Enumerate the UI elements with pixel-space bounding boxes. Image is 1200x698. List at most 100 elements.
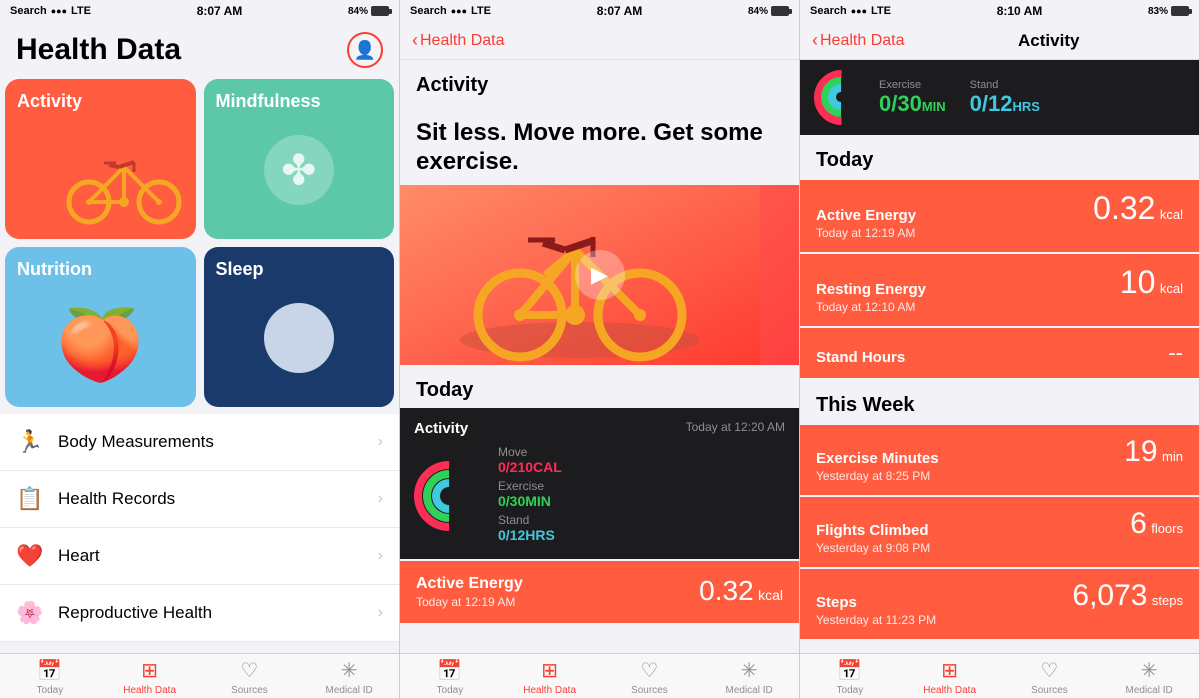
p3-steps-val: 6,073 [1072, 579, 1147, 612]
activity-rings [414, 461, 484, 531]
carrier-1: Search [10, 5, 47, 17]
back-button-2[interactable]: ‹ Health Data [412, 30, 505, 51]
p3-stand-stat: Stand 0/12HRS [970, 79, 1040, 117]
p3-flights-card[interactable]: Flights Climbed 6 floors Yesterday at 9:… [800, 497, 1199, 567]
tile-nutrition[interactable]: Nutrition 🍑 [5, 247, 196, 407]
p3-stand-hours-card[interactable]: Stand Hours -- [800, 328, 1199, 378]
status-left-2: Search ●●● LTE [410, 5, 491, 17]
health-tab-icon-2: ⊞ [541, 658, 558, 683]
today-tab-label-3: Today [837, 685, 864, 696]
p3-resting-energy-row: Resting Energy 10 kcal [816, 266, 1183, 298]
p3-active-energy-time: Today at 12:19 AM [816, 226, 1183, 240]
panel1-title: Health Data [16, 33, 181, 67]
p3-flights-unit: floors [1151, 521, 1183, 536]
tab-health-3[interactable]: ⊞ Health Data [900, 658, 1000, 696]
health-tab-label-2: Health Data [523, 685, 576, 696]
p3-flights-row: Flights Climbed 6 floors [816, 509, 1183, 539]
p3-exercise-min-val: 19 [1124, 435, 1157, 468]
moon-icon [264, 303, 334, 373]
list-item-body-measurements[interactable]: 🏃 Body Measurements › [0, 414, 399, 471]
tab-medical-1[interactable]: ✳ Medical ID [299, 658, 399, 696]
signal-1: ●●● [51, 6, 67, 16]
chevron-back-3: ‹ [812, 30, 818, 51]
p3-steps-card[interactable]: Steps 6,073 steps Yesterday at 11:23 PM [800, 569, 1199, 639]
time-3: 8:10 AM [997, 4, 1043, 18]
tab-health-data-1[interactable]: ⊞ Health Data [100, 658, 200, 696]
tab-sources-2[interactable]: ♡ Sources [600, 658, 700, 696]
tab-today-2[interactable]: 📅 Today [400, 658, 500, 696]
tile-mindfulness-icon [216, 112, 383, 227]
reproductive-icon: 🌸 [16, 599, 44, 627]
play-button[interactable]: ▶ [575, 250, 625, 300]
today-tab-label-1: Today [37, 685, 64, 696]
tab-sources-1[interactable]: ♡ Sources [200, 658, 300, 696]
p3-steps-value-group: 6,073 steps [1072, 581, 1183, 611]
exercise-stat: Exercise 0/30MIN [498, 479, 785, 509]
activity-video-card[interactable]: ▶ [400, 185, 799, 365]
sources-tab-label-2: Sources [631, 685, 668, 696]
p3-active-energy-unit: kcal [1160, 207, 1183, 222]
list-item-heart[interactable]: ❤️ Heart › [0, 528, 399, 585]
panel-activity-detail: Search ●●● LTE 8:10 AM 83% ‹ Health Data… [800, 0, 1200, 698]
tile-mindfulness[interactable]: Mindfulness [204, 79, 395, 239]
back-button-3[interactable]: ‹ Health Data [812, 30, 905, 51]
move-stat: Move 0/210CAL [498, 445, 785, 475]
heart-label: Heart [58, 546, 378, 566]
list-item-reproductive[interactable]: 🌸 Reproductive Health › [0, 585, 399, 642]
p3-flights-label: Flights Climbed [816, 522, 929, 539]
battery-1: 84% [348, 6, 389, 17]
active-energy-card[interactable]: Active Energy Today at 12:19 AM 0.32 kca… [400, 561, 799, 623]
stand-value: 0/12HRS [498, 527, 785, 543]
p3-active-energy-card[interactable]: Active Energy 0.32 kcal Today at 12:19 A… [800, 180, 1199, 252]
tab-medical-2[interactable]: ✳ Medical ID [699, 658, 799, 696]
health-records-label: Health Records [58, 489, 378, 509]
activity-rings-row: Move 0/210CAL Exercise 0/30MIN Stand 0/1… [414, 445, 785, 547]
p3-steps-unit: steps [1152, 593, 1183, 608]
tile-nutrition-icon: 🍑 [17, 280, 184, 395]
p3-stand-hours-row: Stand Hours -- [816, 340, 1183, 366]
chevron-icon-body: › [378, 433, 383, 451]
battery-icon-3 [1171, 6, 1189, 16]
activity-card-time: Today at 12:20 AM [686, 420, 785, 437]
tile-nutrition-label: Nutrition [17, 259, 184, 280]
panel3-header-dark: Exercise 0/30MIN Stand 0/12HRS [800, 60, 1199, 135]
activity-section-title: Activity [400, 60, 799, 103]
panel1-header: Health Data 👤 [0, 22, 399, 76]
health-tab-label-3: Health Data [923, 685, 976, 696]
list-item-health-records[interactable]: 📋 Health Records › [0, 471, 399, 528]
body-measurements-icon: 🏃 [16, 428, 44, 456]
bike-icon-tile [64, 137, 184, 227]
p3-flights-value-group: 6 floors [1130, 509, 1183, 539]
profile-icon[interactable]: 👤 [347, 32, 383, 68]
tile-sleep[interactable]: Sleep [204, 247, 395, 407]
tile-sleep-icon [216, 280, 383, 395]
tab-today-1[interactable]: 📅 Today [0, 658, 100, 696]
p3-exercise-min-card[interactable]: Exercise Minutes 19 min Yesterday at 8:2… [800, 425, 1199, 495]
active-energy-time: Today at 12:19 AM [416, 595, 523, 609]
p3-stand-label: Stand [970, 79, 1040, 91]
tab-bar-3: 📅 Today ⊞ Health Data ♡ Sources ✳ Medica… [800, 653, 1199, 698]
p3-flights-time: Yesterday at 9:08 PM [816, 541, 1183, 555]
tab-sources-3[interactable]: ♡ Sources [1000, 658, 1100, 696]
p3-resting-energy-label: Resting Energy [816, 281, 926, 298]
dandelion-icon [264, 135, 334, 205]
panel2-scroll: Activity Sit less. Move more. Get some e… [400, 60, 799, 653]
tile-activity[interactable]: Activity [5, 79, 196, 239]
tab-medical-3[interactable]: ✳ Medical ID [1099, 658, 1199, 696]
tiles-grid: Activity [0, 76, 399, 410]
tab-bar-2: 📅 Today ⊞ Health Data ♡ Sources ✳ Medica… [400, 653, 799, 698]
p3-resting-energy-card[interactable]: Resting Energy 10 kcal Today at 12:10 AM [800, 254, 1199, 326]
active-energy-label: Active Energy [416, 575, 523, 593]
peach-icon: 🍑 [57, 305, 144, 387]
sources-tab-icon-2: ♡ [640, 658, 658, 683]
stand-stat: Stand 0/12HRS [498, 513, 785, 543]
tab-health-2[interactable]: ⊞ Health Data [500, 658, 600, 696]
p3-active-energy-left: Active Energy [816, 207, 916, 224]
active-energy-value-group: 0.32 kcal [699, 575, 783, 607]
tile-activity-icon [17, 112, 184, 227]
signal-3: ●●● [851, 6, 867, 16]
active-energy-left: Active Energy Today at 12:19 AM [416, 575, 523, 609]
tab-today-3[interactable]: 📅 Today [800, 658, 900, 696]
activity-dark-card: Activity Today at 12:20 AM Move 0/210CAL… [400, 408, 799, 559]
p3-stand-hours-label: Stand Hours [816, 349, 905, 366]
